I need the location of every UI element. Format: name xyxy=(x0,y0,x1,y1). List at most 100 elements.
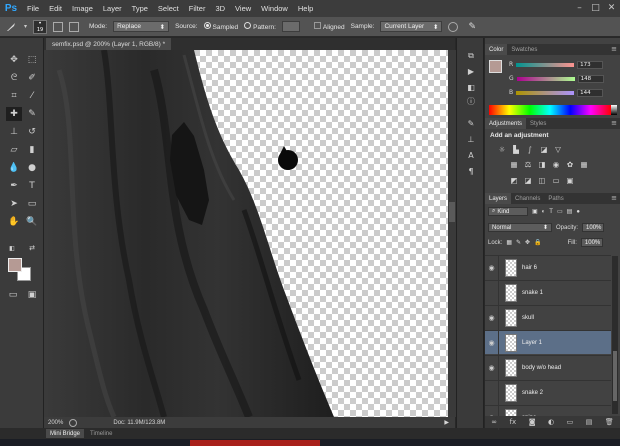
brush-size-picker[interactable]: • 19 xyxy=(33,19,48,34)
blend-mode-select[interactable]: Normal ⬍ xyxy=(488,223,552,232)
panel-menu-icon[interactable]: ≡ xyxy=(611,45,617,53)
menu-view[interactable]: View xyxy=(230,4,256,13)
layer-row[interactable]: ◉ skull xyxy=(485,305,611,330)
tab-color[interactable]: Color xyxy=(485,44,508,55)
swap-colors-icon[interactable]: ⇄ xyxy=(24,241,40,255)
scrollbar-thumb[interactable] xyxy=(449,202,455,222)
healing-brush-tool-icon[interactable]: ✚ xyxy=(6,107,22,121)
new-group-icon[interactable]: ▭ xyxy=(567,418,574,426)
layer-style-icon[interactable]: fx xyxy=(510,418,517,426)
brightness-contrast-icon[interactable]: ☼ xyxy=(497,145,507,154)
filter-smart-object-icon[interactable]: ▤ xyxy=(567,208,573,215)
lock-all-icon[interactable]: 🔒 xyxy=(534,239,541,246)
red-slider[interactable] xyxy=(516,62,575,67)
tab-mini-bridge[interactable]: Mini Bridge xyxy=(46,429,85,438)
move-tool-icon[interactable]: ✥ xyxy=(6,53,22,67)
visibility-eye-icon[interactable]: ◉ xyxy=(485,355,499,380)
red-value-input[interactable]: 173 xyxy=(577,60,604,69)
layers-scrollbar-thumb[interactable] xyxy=(613,351,617,401)
tab-paths[interactable]: Paths xyxy=(544,193,567,204)
paragraph-panel-icon[interactable]: ¶ xyxy=(465,166,477,177)
filter-type-icon[interactable]: T xyxy=(549,209,553,215)
layer-row[interactable]: snake 2 xyxy=(485,380,611,405)
tab-swatches[interactable]: Swatches xyxy=(507,44,541,55)
dodge-tool-icon[interactable]: ● xyxy=(24,161,40,175)
hue-saturation-icon[interactable]: ▦ xyxy=(509,160,519,169)
change-screen-mode-icon[interactable]: ▣ xyxy=(24,288,40,302)
blur-tool-icon[interactable]: 💧 xyxy=(6,161,22,175)
zoom-tool-icon[interactable]: 🔍 xyxy=(24,215,40,229)
layer-row[interactable]: ◉ body w/o head xyxy=(485,355,611,380)
link-layers-icon[interactable]: ∞ xyxy=(491,418,497,426)
menu-select[interactable]: Select xyxy=(153,4,184,13)
status-info-icon[interactable] xyxy=(69,418,78,427)
blue-value-input[interactable]: 144 xyxy=(577,88,604,97)
visibility-eye-icon[interactable]: ◉ xyxy=(485,255,499,280)
menu-edit[interactable]: Edit xyxy=(44,4,67,13)
menu-image[interactable]: Image xyxy=(67,4,98,13)
menu-file[interactable]: File xyxy=(22,4,44,13)
fill-input[interactable]: 100% xyxy=(580,238,603,247)
exposure-icon[interactable]: ◪ xyxy=(539,145,549,154)
lock-image-icon[interactable]: ✎ xyxy=(516,239,521,246)
path-select-tool-icon[interactable]: ➤ xyxy=(6,197,22,211)
ignore-adjustment-layers-icon[interactable] xyxy=(448,21,459,32)
filter-pixel-icon[interactable]: ▣ xyxy=(532,208,538,215)
mode-select[interactable]: Replace ⬍ xyxy=(113,21,170,32)
add-mask-icon[interactable]: ◙ xyxy=(529,418,536,426)
source-sampled-radio[interactable]: Sampled xyxy=(203,22,238,31)
type-tool-icon[interactable]: T xyxy=(24,179,40,193)
menu-3d[interactable]: 3D xyxy=(210,4,230,13)
levels-icon[interactable]: ▙ xyxy=(511,145,521,154)
tab-layers[interactable]: Layers xyxy=(485,193,512,204)
visibility-eye-icon[interactable] xyxy=(485,280,499,305)
tab-timeline[interactable]: Timeline xyxy=(86,429,116,438)
layer-row[interactable]: ◉ hair 6 xyxy=(485,255,611,280)
brush-panel-icon[interactable] xyxy=(53,21,64,32)
image-canvas[interactable] xyxy=(44,50,448,417)
threshold-icon[interactable]: ◫ xyxy=(537,176,547,185)
history-panel-icon[interactable]: ⧉ xyxy=(465,50,477,61)
new-adjustment-icon[interactable]: ◐ xyxy=(548,418,554,426)
pattern-swatch[interactable] xyxy=(281,21,300,32)
eraser-tool-icon[interactable]: ▱ xyxy=(6,143,22,157)
gradient-map-icon[interactable]: ▭ xyxy=(551,176,561,185)
quick-mask-button-icon[interactable] xyxy=(5,251,21,265)
invert-icon[interactable]: ◩ xyxy=(509,176,519,185)
visibility-eye-icon[interactable] xyxy=(485,380,499,405)
lock-position-icon[interactable]: ✥ xyxy=(525,239,530,246)
color-balance-icon[interactable]: ⚖ xyxy=(523,160,533,169)
channel-mixer-icon[interactable]: ✿ xyxy=(565,160,575,169)
lasso-tool-icon[interactable]: ᘓ xyxy=(6,71,22,85)
photo-filter-icon[interactable]: ◉ xyxy=(551,160,561,169)
new-layer-icon[interactable]: ▤ xyxy=(586,418,593,426)
aligned-checkbox[interactable]: Aligned xyxy=(313,22,345,31)
color-panel-foreground-swatch[interactable] xyxy=(489,60,502,73)
blue-slider[interactable] xyxy=(516,90,575,95)
document-tab[interactable]: semfix.psd @ 200% (Layer 1, RGB/8) * xyxy=(46,38,172,50)
posterize-icon[interactable]: ◪ xyxy=(523,176,533,185)
brush-presets-icon[interactable]: ✎ xyxy=(465,118,477,129)
history-brush-tool-icon[interactable]: ↺ xyxy=(24,125,40,139)
tab-styles[interactable]: Styles xyxy=(526,118,550,129)
tab-channels[interactable]: Channels xyxy=(511,193,544,204)
crop-tool-icon[interactable]: ⌗ xyxy=(6,89,22,103)
pen-tool-icon[interactable]: ✒ xyxy=(6,179,22,193)
tab-adjustments[interactable]: Adjustments xyxy=(485,118,527,129)
lock-transparent-icon[interactable]: ▦ xyxy=(506,239,512,246)
visibility-eye-icon[interactable]: ◉ xyxy=(485,330,499,355)
quick-mask-toggle-icon[interactable]: ▭ xyxy=(5,288,21,302)
menu-filter[interactable]: Filter xyxy=(184,4,211,13)
vibrance-icon[interactable]: ▽ xyxy=(553,145,563,154)
menu-help[interactable]: Help xyxy=(293,4,318,13)
filter-adjustment-icon[interactable]: ◐ xyxy=(542,209,546,215)
properties-panel-icon[interactable]: ◧ xyxy=(465,82,477,93)
menu-layer[interactable]: Layer xyxy=(98,4,127,13)
clone-stamp-tool-icon[interactable] xyxy=(4,21,18,33)
layers-scrollbar[interactable] xyxy=(612,256,618,414)
visibility-eye-icon[interactable]: ◉ xyxy=(485,305,499,330)
layer-row[interactable]: snake 1 xyxy=(485,280,611,305)
shape-tool-icon[interactable]: ▭ xyxy=(24,197,40,211)
menu-type[interactable]: Type xyxy=(127,4,153,13)
selective-color-icon[interactable]: ▣ xyxy=(565,176,575,185)
